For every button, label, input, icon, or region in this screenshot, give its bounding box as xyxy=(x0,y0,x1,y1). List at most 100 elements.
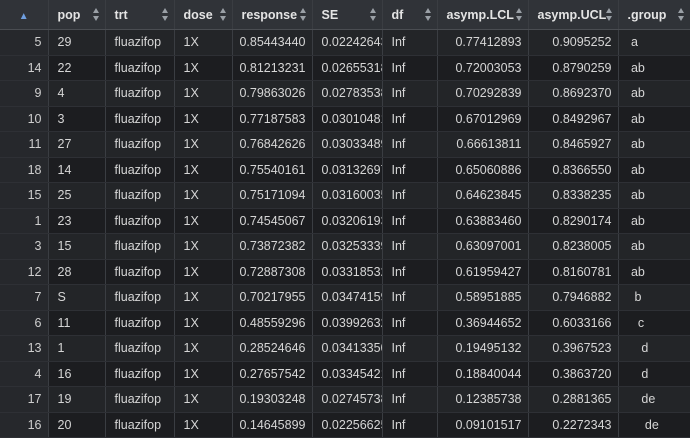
column-header-pop[interactable]: pop xyxy=(48,0,106,30)
cell-df: Inf xyxy=(382,335,438,362)
column-header-asymp-ucl[interactable]: asymp.UCL xyxy=(528,0,619,30)
cell-trt: fluazifop xyxy=(105,259,175,285)
sort-toggle-icon xyxy=(219,8,227,21)
cell-response: 0.77187583 xyxy=(232,106,313,132)
cell-asymp-ucl: 0.2272343 xyxy=(528,412,619,438)
cell-df: Inf xyxy=(382,386,438,413)
cell-trt: fluazifop xyxy=(105,412,175,438)
column-header-response[interactable]: response xyxy=(232,0,313,30)
row-number: 6 xyxy=(0,310,49,336)
cell-asymp-ucl: 0.8790259 xyxy=(528,55,619,81)
table-row: 13 1 fluazifop 1X 0.28524646 0.03413350 Inf 0.1… xyxy=(0,335,690,362)
cell-df: Inf xyxy=(382,284,438,311)
cell-group: de xyxy=(618,412,690,438)
cell-asymp-ucl: 0.8366550 xyxy=(528,157,619,183)
sort-toggle-icon xyxy=(161,8,169,21)
cell-df: Inf xyxy=(382,208,438,234)
cell-df: Inf xyxy=(382,361,438,387)
cell-response: 0.81213231 xyxy=(232,55,313,81)
cell-asymp-lcl: 0.18840044 xyxy=(437,361,529,387)
cell-trt: fluazifop xyxy=(105,29,175,56)
cell-group: ab xyxy=(618,182,690,209)
cell-df: Inf xyxy=(382,233,438,260)
cell-pop: 15 xyxy=(48,233,106,260)
cell-response: 0.48559296 xyxy=(232,310,313,336)
cell-asymp-ucl: 0.8692370 xyxy=(528,80,619,107)
row-number: 4 xyxy=(0,361,49,387)
cell-dose: 1X xyxy=(174,412,233,438)
cell-group: b xyxy=(618,284,690,311)
column-header-asymp-lcl[interactable]: asymp.LCL xyxy=(437,0,529,30)
cell-response: 0.28524646 xyxy=(232,335,313,362)
cell-pop: 20 xyxy=(48,412,106,438)
cell-asymp-lcl: 0.63883460 xyxy=(437,208,529,234)
cell-df: Inf xyxy=(382,412,438,438)
table-row: 15 25 fluazifop 1X 0.75171094 0.03160035 Inf 0.… xyxy=(0,182,690,209)
sort-toggle-icon xyxy=(677,8,685,21)
header-row: ▲ pop trt dose response SE df asymp.LCL … xyxy=(0,0,690,30)
cell-dose: 1X xyxy=(174,335,233,362)
column-header-se[interactable]: SE xyxy=(312,0,383,30)
cell-se: 0.02655318 xyxy=(312,55,383,81)
cell-pop: 4 xyxy=(48,80,106,107)
cell-group: a xyxy=(618,29,690,56)
table-row: 4 16 fluazifop 1X 0.27657542 0.03345421 Inf 0.1… xyxy=(0,361,690,387)
cell-df: Inf xyxy=(382,29,438,56)
cell-trt: fluazifop xyxy=(105,80,175,107)
sort-up-arrow-icon: ▲ xyxy=(18,10,29,22)
column-header-group[interactable]: .group xyxy=(618,0,690,30)
cell-response: 0.74545067 xyxy=(232,208,313,234)
cell-se: 0.03160035 xyxy=(312,182,383,209)
cell-se: 0.02242643 xyxy=(312,29,383,56)
cell-pop: 28 xyxy=(48,259,106,285)
cell-trt: fluazifop xyxy=(105,106,175,132)
row-number: 9 xyxy=(0,80,49,107)
cell-asymp-lcl: 0.67012969 xyxy=(437,106,529,132)
table-row: 10 3 fluazifop 1X 0.77187583 0.03010481 Inf 0.6… xyxy=(0,106,690,132)
cell-se: 0.03318532 xyxy=(312,259,383,285)
cell-group: ab xyxy=(618,131,690,158)
cell-pop: 14 xyxy=(48,157,106,183)
table-body: 5 29 fluazifop 1X 0.85443440 0.02242643 Inf 0.7… xyxy=(0,29,690,438)
column-header-df[interactable]: df xyxy=(382,0,438,30)
cell-dose: 1X xyxy=(174,106,233,132)
table-row: 18 14 fluazifop 1X 0.75540161 0.03132697 Inf 0.… xyxy=(0,157,690,183)
cell-pop: 19 xyxy=(48,386,106,413)
row-number: 12 xyxy=(0,259,49,285)
cell-asymp-ucl: 0.6033166 xyxy=(528,310,619,336)
cell-dose: 1X xyxy=(174,361,233,387)
cell-trt: fluazifop xyxy=(105,157,175,183)
cell-trt: fluazifop xyxy=(105,208,175,234)
cell-df: Inf xyxy=(382,80,438,107)
cell-pop: 1 xyxy=(48,335,106,362)
cell-se: 0.03413350 xyxy=(312,335,383,362)
cell-trt: fluazifop xyxy=(105,284,175,311)
cell-trt: fluazifop xyxy=(105,233,175,260)
cell-dose: 1X xyxy=(174,131,233,158)
cell-asymp-ucl: 0.8492967 xyxy=(528,106,619,132)
column-header-dose[interactable]: dose xyxy=(174,0,233,30)
cell-asymp-lcl: 0.36944652 xyxy=(437,310,529,336)
table-row: 3 15 fluazifop 1X 0.73872382 0.03253339 Inf 0.6… xyxy=(0,233,690,260)
row-number: 14 xyxy=(0,55,49,81)
cell-se: 0.03206193 xyxy=(312,208,383,234)
cell-df: Inf xyxy=(382,259,438,285)
column-header-trt[interactable]: trt xyxy=(105,0,175,30)
cell-asymp-lcl: 0.61959427 xyxy=(437,259,529,285)
cell-response: 0.19303248 xyxy=(232,386,313,413)
cell-group: ab xyxy=(618,106,690,132)
row-number: 3 xyxy=(0,233,49,260)
cell-se: 0.03474159 xyxy=(312,284,383,311)
cell-response: 0.70217955 xyxy=(232,284,313,311)
cell-asymp-lcl: 0.64623845 xyxy=(437,182,529,209)
cell-asymp-lcl: 0.70292839 xyxy=(437,80,529,107)
cell-asymp-ucl: 0.9095252 xyxy=(528,29,619,56)
cell-response: 0.75540161 xyxy=(232,157,313,183)
row-sort-header[interactable]: ▲ xyxy=(0,0,49,30)
cell-df: Inf xyxy=(382,55,438,81)
cell-group: d xyxy=(618,361,690,387)
sort-toggle-icon xyxy=(515,8,523,21)
cell-trt: fluazifop xyxy=(105,182,175,209)
table-row: 12 28 fluazifop 1X 0.72887308 0.03318532 Inf 0.… xyxy=(0,259,690,285)
cell-asymp-lcl: 0.65060886 xyxy=(437,157,529,183)
